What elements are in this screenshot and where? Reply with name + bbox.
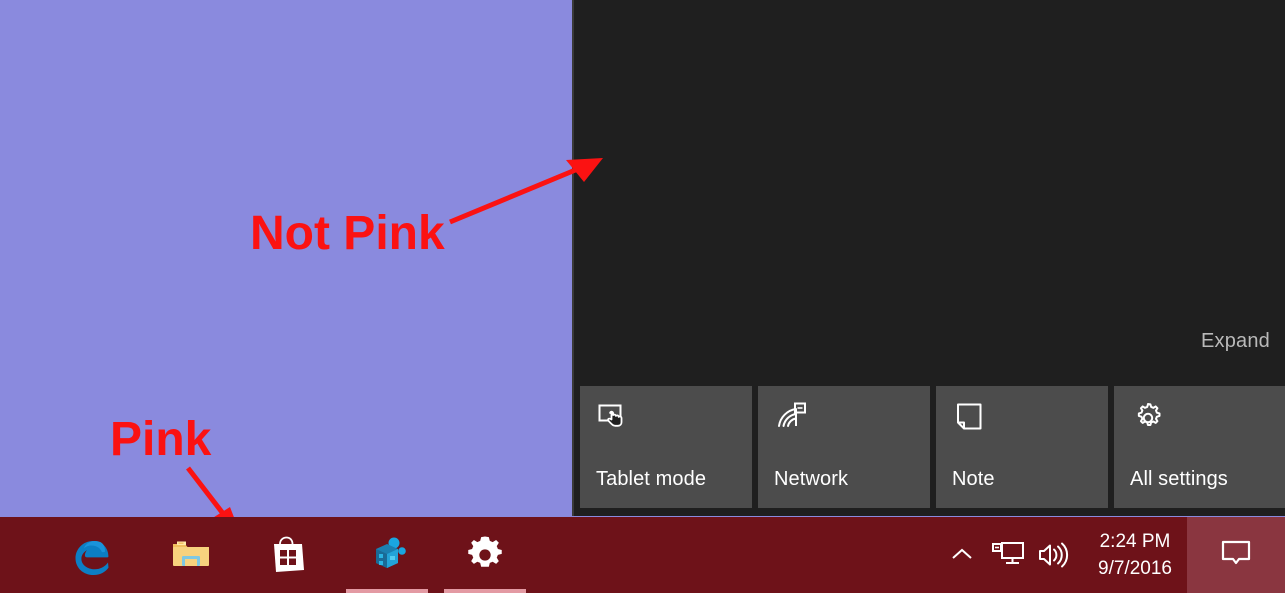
taskbar-item-settings[interactable] xyxy=(436,517,534,593)
taskbar-active-indicator xyxy=(444,589,526,593)
tray-clock[interactable]: 2:24 PM 9/7/2016 xyxy=(1083,517,1187,593)
action-center-button[interactable] xyxy=(1187,517,1285,593)
taskbar-app-list xyxy=(44,517,534,593)
tray-date: 9/7/2016 xyxy=(1098,558,1172,579)
expand-link[interactable]: Expand xyxy=(1201,330,1270,353)
gear-icon xyxy=(464,534,506,576)
action-center-icon xyxy=(1219,538,1253,573)
system-tray: 2:24 PM 9/7/2016 xyxy=(939,517,1285,593)
action-center-panel: Expand Tablet mode Network Note All sett… xyxy=(572,0,1285,516)
taskbar-item-3d-builder[interactable] xyxy=(338,517,436,593)
quick-action-label: Network xyxy=(774,468,849,490)
folder-icon xyxy=(168,532,214,578)
annotation-not-pink-arrow xyxy=(449,158,603,225)
quick-action-network[interactable]: Network xyxy=(758,386,930,508)
quick-action-label: Tablet mode xyxy=(596,468,707,490)
note-icon xyxy=(953,401,987,435)
volume-speaker-icon[interactable] xyxy=(1031,517,1077,593)
network-pc-icon[interactable] xyxy=(985,517,1031,593)
screen: Expand Tablet mode Network Note All sett… xyxy=(0,0,1285,593)
quick-action-label: Note xyxy=(952,468,995,490)
network-wifi-icon xyxy=(775,401,809,435)
taskbar-active-indicator xyxy=(346,589,428,593)
tray-time: 2:24 PM xyxy=(1099,531,1171,552)
cube-3d-icon xyxy=(364,532,410,578)
gear-icon xyxy=(1131,401,1165,435)
tablet-mode-icon xyxy=(597,401,631,435)
annotation-pink-label: Pink xyxy=(110,413,212,466)
annotation-not-pink-label: Not Pink xyxy=(250,207,445,260)
taskbar-item-file-explorer[interactable] xyxy=(142,517,240,593)
edge-icon xyxy=(70,532,116,578)
show-hidden-icons-chevron-up-icon[interactable] xyxy=(939,517,985,593)
taskbar-item-microsoft-store[interactable] xyxy=(240,517,338,593)
quick-actions-grid: Tablet mode Network Note All settings xyxy=(580,386,1285,508)
taskbar-item-microsoft-edge[interactable] xyxy=(44,517,142,593)
quick-action-tablet-mode[interactable]: Tablet mode xyxy=(580,386,752,508)
quick-action-label: All settings xyxy=(1130,468,1228,490)
quick-action-all-settings[interactable]: All settings xyxy=(1114,386,1285,508)
taskbar: 2:24 PM 9/7/2016 xyxy=(0,517,1285,593)
quick-action-note[interactable]: Note xyxy=(936,386,1108,508)
store-bag-icon xyxy=(266,532,312,578)
expand-row[interactable]: Expand xyxy=(1201,328,1270,354)
